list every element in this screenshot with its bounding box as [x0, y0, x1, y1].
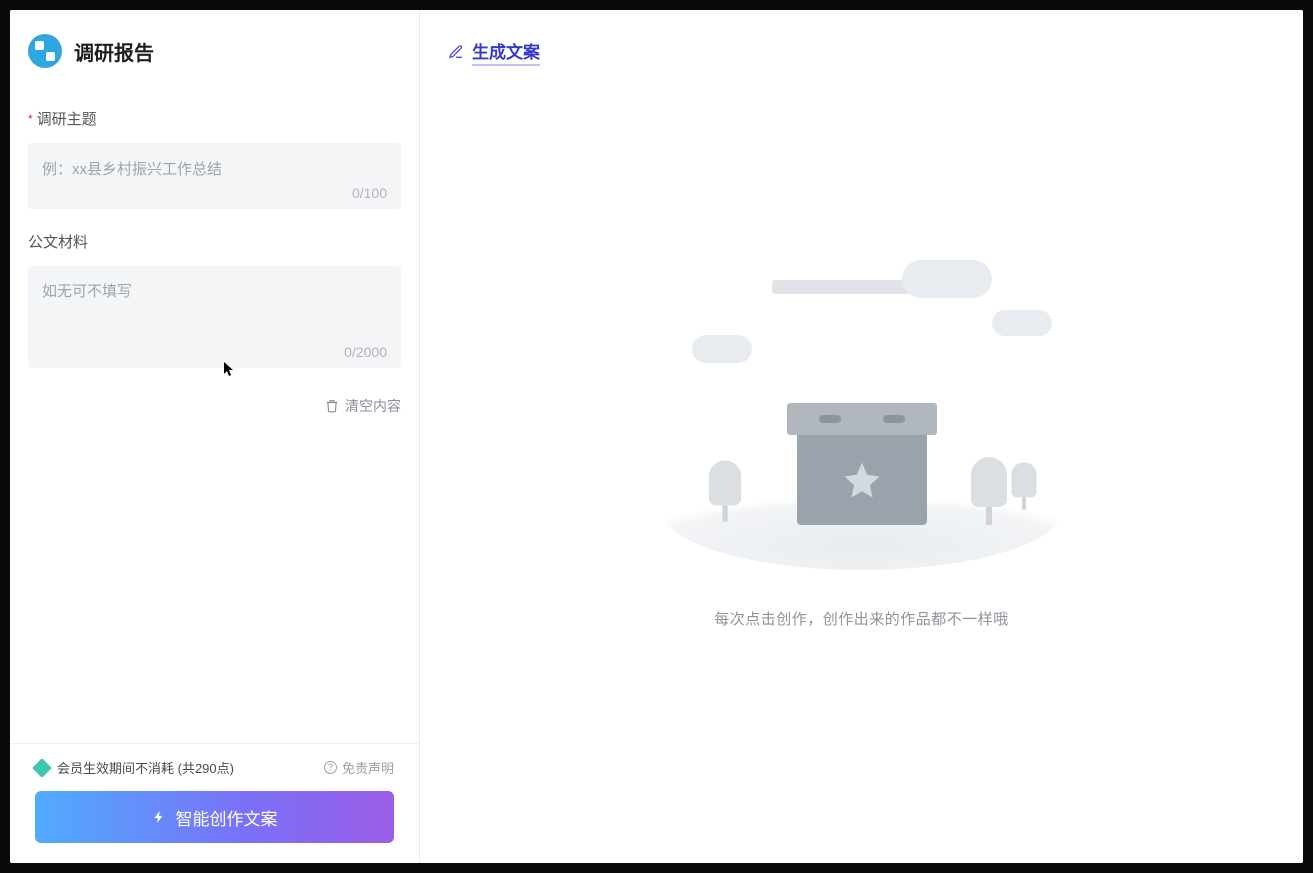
- main-header: 生成文案: [420, 10, 1303, 66]
- main-body: 每次点击创作，创作出来的作品都不一样哦: [420, 66, 1303, 863]
- field-theme-label: 调研主题: [37, 108, 97, 129]
- clear-row: 清空内容: [28, 396, 401, 416]
- page-title: 调研报告: [74, 37, 154, 66]
- material-char-count: 0/2000: [42, 344, 387, 360]
- cloud-icon: [902, 260, 992, 298]
- theme-input-box: 0/100: [28, 143, 401, 209]
- pencil-icon: [448, 44, 464, 60]
- star-icon: [841, 459, 883, 501]
- required-star-icon: *: [28, 112, 33, 126]
- clear-button[interactable]: 清空内容: [325, 396, 401, 416]
- theme-input[interactable]: [42, 157, 387, 181]
- tree-icon: [708, 460, 740, 521]
- field-material-label-row: 公文材料: [28, 231, 401, 252]
- material-textarea[interactable]: [42, 280, 387, 340]
- app-frame: 调研报告 * 调研主题 0/100 公文材料: [10, 10, 1303, 863]
- points-info: 会员生效期间不消耗 (共290点): [35, 758, 234, 777]
- disclaimer-link[interactable]: ? 免责声明: [324, 758, 394, 777]
- trash-icon: [325, 399, 339, 413]
- sidebar-header: 调研报告: [10, 10, 419, 86]
- main-title: 生成文案: [472, 38, 540, 66]
- disclaimer-label: 免责声明: [342, 758, 394, 777]
- clear-button-label: 清空内容: [345, 396, 401, 416]
- sidebar: 调研报告 * 调研主题 0/100 公文材料: [10, 10, 420, 863]
- empty-illustration: [652, 240, 1072, 580]
- main-panel: 生成文案: [420, 10, 1303, 863]
- sidebar-footer: 会员生效期间不消耗 (共290点) ? 免责声明 智能创作文案: [10, 743, 419, 863]
- empty-box-icon: [797, 403, 927, 525]
- generate-button[interactable]: 智能创作文案: [35, 791, 394, 843]
- material-input-box: 0/2000: [28, 266, 401, 368]
- diamond-icon: [32, 758, 52, 778]
- cloud-icon: [992, 310, 1052, 336]
- footer-info-row: 会员生效期间不消耗 (共290点) ? 免责声明: [35, 758, 394, 777]
- form-area: * 调研主题 0/100 公文材料 0/2000: [10, 86, 419, 743]
- cloud-icon: [692, 335, 752, 363]
- tree-icon: [1011, 462, 1036, 510]
- bolt-icon: [152, 808, 166, 826]
- tree-icon: [971, 457, 1007, 525]
- field-theme-label-row: * 调研主题: [28, 108, 401, 129]
- generate-button-label: 智能创作文案: [176, 805, 278, 830]
- app-logo-icon: [28, 34, 62, 68]
- field-material-label: 公文材料: [28, 231, 88, 252]
- empty-state-text: 每次点击创作，创作出来的作品都不一样哦: [714, 608, 1009, 629]
- theme-char-count: 0/100: [42, 185, 387, 201]
- field-material: 公文材料 0/2000: [28, 231, 401, 368]
- info-icon: ?: [324, 761, 337, 774]
- field-theme: * 调研主题 0/100: [28, 108, 401, 209]
- points-text: 会员生效期间不消耗 (共290点): [57, 758, 234, 777]
